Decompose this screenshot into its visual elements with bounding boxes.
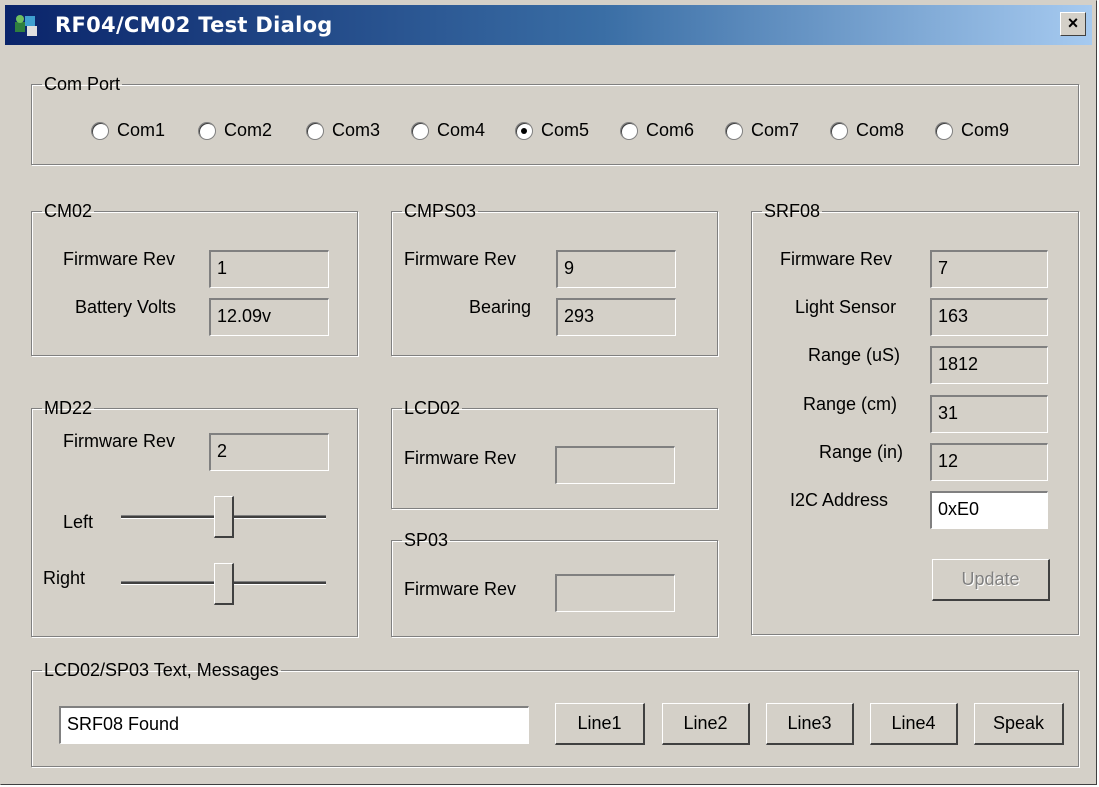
app-icon xyxy=(15,15,37,36)
right-slider-thumb[interactable] xyxy=(213,563,234,605)
md22-firmware-label: Firmware Rev xyxy=(63,431,176,451)
line4-button[interactable]: Line4 xyxy=(870,703,958,745)
sp03-firmware-label: Firmware Rev xyxy=(404,579,517,599)
cm02-firmware-label: Firmware Rev xyxy=(63,249,176,269)
lcd02-firmware-label: Firmware Rev xyxy=(404,448,517,468)
md22-left-label: Left xyxy=(63,512,94,532)
cm02-battery-label: Battery Volts xyxy=(75,297,177,317)
radio-label: Com6 xyxy=(646,120,695,140)
md22-firmware-field: 2 xyxy=(209,433,329,471)
radio-button-icon[interactable] xyxy=(198,122,216,140)
radio-button-icon[interactable] xyxy=(411,122,429,140)
radio-label: Com7 xyxy=(751,120,800,140)
cmps03-legend: CMPS03 xyxy=(404,201,477,221)
srf08-range-in-label: Range (in) xyxy=(819,442,904,462)
cmps03-firmware-field: 9 xyxy=(556,250,676,288)
line2-button[interactable]: Line2 xyxy=(662,703,750,745)
radio-button-icon[interactable] xyxy=(830,122,848,140)
cm02-legend: CM02 xyxy=(44,201,93,221)
radio-label: Com8 xyxy=(856,120,905,140)
srf08-i2c-address-input[interactable]: 0xE0 xyxy=(930,491,1048,529)
lcd02-firmware-field xyxy=(555,446,675,484)
message-text-input[interactable]: SRF08 Found xyxy=(59,706,529,744)
radio-button-icon[interactable] xyxy=(91,122,109,140)
sp03-legend: SP03 xyxy=(404,530,449,550)
srf08-firmware-field: 7 xyxy=(930,250,1048,288)
radio-label: Com9 xyxy=(961,120,1010,140)
title-bar[interactable]: RF04/CM02 Test Dialog × xyxy=(5,5,1092,45)
srf08-range-us-label: Range (uS) xyxy=(808,345,901,365)
radio-button-icon[interactable] xyxy=(620,122,638,140)
radio-button-icon[interactable] xyxy=(935,122,953,140)
srf08-range-in-field: 12 xyxy=(930,443,1048,481)
radio-label: Com2 xyxy=(224,120,273,140)
srf08-legend: SRF08 xyxy=(764,201,821,221)
left-slider-thumb[interactable] xyxy=(213,496,234,538)
srf08-range-us-field: 1812 xyxy=(930,346,1048,384)
window-title: RF04/CM02 Test Dialog xyxy=(55,13,333,37)
srf08-light-label: Light Sensor xyxy=(795,297,897,317)
radio-button-icon[interactable] xyxy=(306,122,324,140)
line3-button[interactable]: Line3 xyxy=(766,703,854,745)
cmps03-bearing-field: 293 xyxy=(556,298,676,336)
srf08-range-cm-label: Range (cm) xyxy=(803,394,898,414)
cmps03-bearing-label: Bearing xyxy=(469,297,532,317)
md22-legend: MD22 xyxy=(44,398,93,418)
lcd02-legend: LCD02 xyxy=(404,398,461,418)
cm02-firmware-field: 1 xyxy=(209,250,329,288)
srf08-i2c-label: I2C Address xyxy=(790,490,889,510)
srf08-update-button[interactable]: Update xyxy=(932,559,1050,601)
line1-button[interactable]: Line1 xyxy=(555,703,645,745)
radio-button-icon[interactable] xyxy=(725,122,743,140)
radio-label: Com3 xyxy=(332,120,381,140)
close-button[interactable]: × xyxy=(1060,12,1086,36)
dialog-window: RF04/CM02 Test Dialog × Com Port Com1 Com… xyxy=(0,0,1097,785)
radio-label: Com5 xyxy=(541,120,590,140)
cm02-battery-field: 12.09v xyxy=(209,298,329,336)
radio-label: Com4 xyxy=(437,120,486,140)
sp03-firmware-field xyxy=(555,574,675,612)
radio-label: Com1 xyxy=(117,120,166,140)
srf08-light-field: 163 xyxy=(930,298,1048,336)
srf08-range-cm-field: 31 xyxy=(930,395,1048,433)
radio-button-icon[interactable] xyxy=(515,122,533,140)
cmps03-firmware-label: Firmware Rev xyxy=(404,249,517,269)
srf08-firmware-label: Firmware Rev xyxy=(780,249,893,269)
com-port-legend: Com Port xyxy=(44,74,121,94)
speak-button[interactable]: Speak xyxy=(974,703,1064,745)
md22-right-label: Right xyxy=(43,568,86,588)
messages-legend: LCD02/SP03 Text, Messages xyxy=(44,660,279,680)
